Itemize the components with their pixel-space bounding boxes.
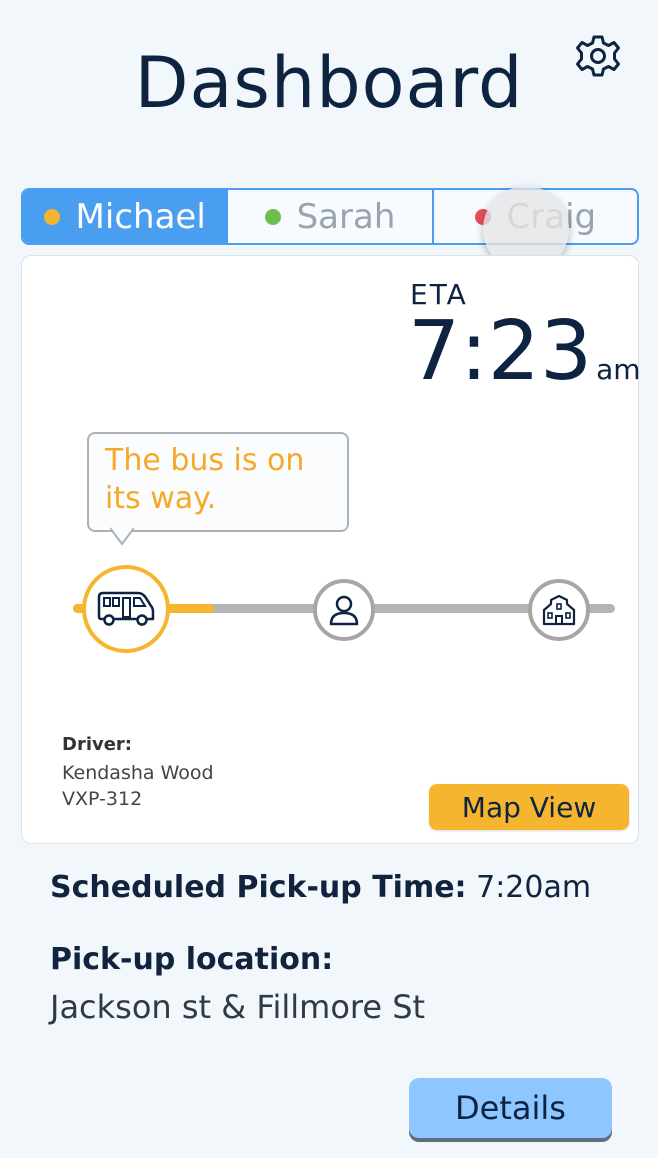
school-stage-node [528,579,590,641]
status-message: The bus is on its way. [105,443,305,516]
eta-time-value: 7:23 [408,304,593,399]
scheduled-pickup-time: 7:20am [476,870,592,905]
bubble-tail [110,526,134,546]
eta-time: 7:23 am [408,304,641,399]
status-dot-icon [264,208,281,225]
school-icon [542,594,576,626]
page-title: Dashboard [134,42,524,124]
bus-plate: VXP-312 [62,788,143,810]
pickup-stage-node [313,579,375,641]
pickup-location-label: Pick-up location: [50,942,334,977]
eta-time-suffix: am [596,353,641,386]
driver-name: Kendasha Wood [62,762,214,784]
details-button[interactable]: Details [409,1078,612,1138]
scheduled-pickup-label: Scheduled Pick-up Time: [50,870,467,905]
map-view-button[interactable]: Map View [429,784,629,830]
tab-label: Michael [75,196,206,237]
status-dot-icon [43,208,60,225]
tab-sarah[interactable]: Sarah [226,190,431,243]
bus-stage-node [82,565,170,653]
person-icon [329,595,359,626]
gear-icon[interactable] [574,32,622,80]
tab-label: Sarah [296,196,396,237]
driver-label: Driver: [62,734,133,755]
tab-michael[interactable]: Michael [23,190,227,243]
bus-status-card: ETA 7:23 am The bus is on its way. Drive… [21,255,641,844]
pickup-location-value: Jackson st & Fillmore St [50,988,426,1026]
status-bubble: The bus is on its way. [87,432,349,532]
bus-icon [97,591,155,626]
scheduled-pickup: Scheduled Pick-up Time: 7:20am [50,870,591,905]
